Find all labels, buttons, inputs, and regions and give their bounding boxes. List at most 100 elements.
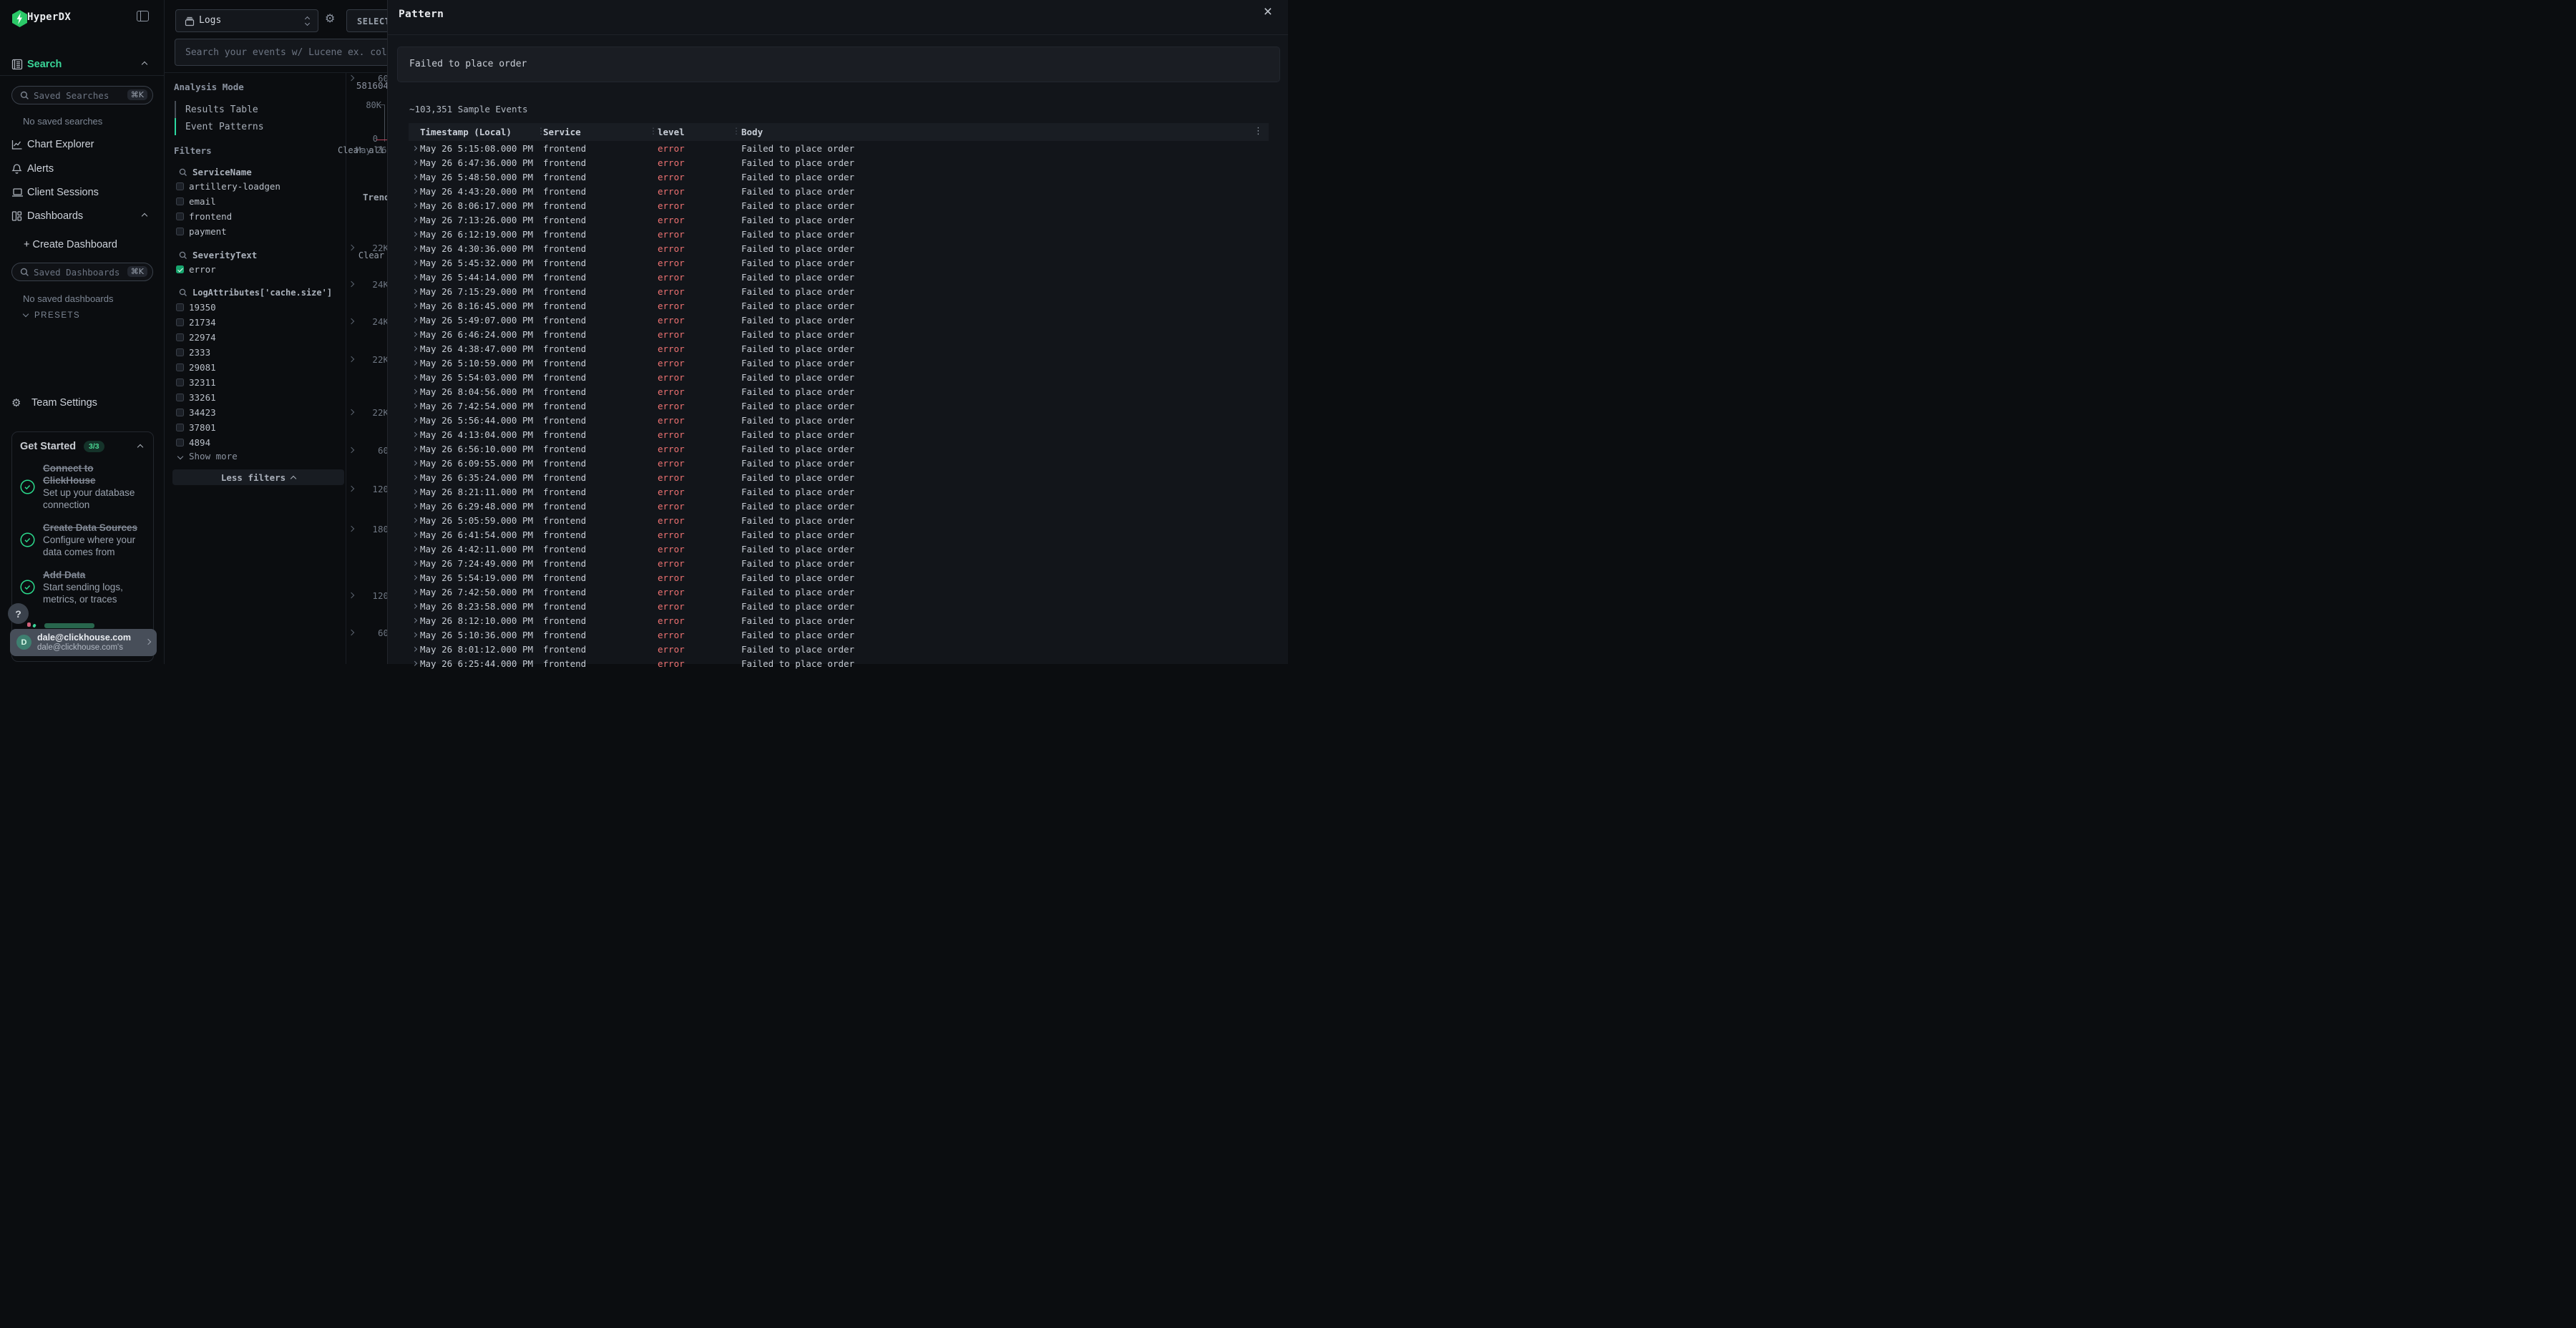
less-filters-button[interactable]: Less filters [172,469,344,485]
row-expand-chevron-icon[interactable] [412,575,416,580]
search-input[interactable] [175,39,398,66]
event-row[interactable]: May 26 7:15:29.000 PM frontend error Fai… [409,284,1269,298]
user-menu[interactable]: D dale@clickhouse.com dale@clickhouse.co… [10,629,157,656]
event-row[interactable]: May 26 5:15:08.000 PM frontend error Fai… [409,141,1269,155]
event-row[interactable]: May 26 7:42:54.000 PM frontend error Fai… [409,399,1269,413]
filter-group-cache-size[interactable]: LogAttributes['cache.size'] [179,288,332,298]
column-resize-handle[interactable]: ⋮ [649,126,658,136]
event-row[interactable]: May 26 5:54:03.000 PM frontend error Fai… [409,370,1269,384]
row-expand-chevron-icon[interactable] [412,590,416,594]
row-expand-chevron-icon[interactable] [412,318,416,322]
filter-option[interactable]: 33261 [176,390,341,405]
chevron-up-icon[interactable] [142,213,147,219]
pattern-row-peek[interactable]: 120 [345,483,392,496]
row-expand-chevron-icon[interactable] [412,618,416,622]
row-expand-chevron-icon[interactable] [412,289,416,293]
filter-group-severitytext[interactable]: SeverityText [179,250,257,260]
event-row[interactable]: May 26 8:01:12.000 PM frontend error Fai… [409,642,1269,656]
checkbox[interactable] [176,424,184,431]
row-expand-chevron-icon[interactable] [412,375,416,379]
checkbox[interactable] [176,439,184,446]
pattern-row-peek[interactable]: 22K [345,406,392,419]
checkbox[interactable] [176,409,184,416]
show-more-button[interactable]: Show more [178,451,238,462]
filter-group-servicename[interactable]: ServiceName [179,167,252,177]
row-expand-chevron-icon[interactable] [412,203,416,208]
checkbox[interactable] [176,303,184,311]
row-expand-chevron-icon[interactable] [412,532,416,537]
row-expand-chevron-icon[interactable] [412,160,416,165]
saved-dashboards-input[interactable]: Saved Dashboards ⌘K [11,263,153,281]
filter-option[interactable]: frontend [176,209,341,224]
event-row[interactable]: May 26 7:24:49.000 PM frontend error Fai… [409,556,1269,570]
event-row[interactable]: May 26 5:10:59.000 PM frontend error Fai… [409,356,1269,370]
presets-header[interactable]: PRESETS [24,311,80,320]
filter-option[interactable]: 21734 [176,315,341,330]
sidebar-item-alerts[interactable]: Alerts [0,160,164,178]
sidebar-item-client-sessions[interactable]: Client Sessions [0,183,164,202]
event-row[interactable]: May 26 5:48:50.000 PM frontend error Fai… [409,170,1269,184]
filter-option[interactable]: 19350 [176,300,341,315]
row-expand-chevron-icon[interactable] [412,246,416,250]
checkbox[interactable] [176,228,184,235]
pattern-row-peek[interactable]: 60 [345,72,392,85]
checkbox[interactable] [176,333,184,341]
row-expand-chevron-icon[interactable] [412,146,416,150]
pattern-row-peek[interactable]: 60 [345,444,392,457]
filter-option[interactable]: 22974 [176,330,341,345]
event-row[interactable]: May 26 5:05:59.000 PM frontend error Fai… [409,513,1269,527]
row-expand-chevron-icon[interactable] [412,189,416,193]
checkbox[interactable] [176,379,184,386]
event-row[interactable]: May 26 8:06:17.000 PM frontend error Fai… [409,198,1269,213]
checkbox[interactable] [176,394,184,401]
filter-option[interactable]: artillery-loadgen [176,179,341,194]
row-expand-chevron-icon[interactable] [412,418,416,422]
checkbox[interactable] [176,197,184,205]
event-row[interactable]: May 26 5:49:07.000 PM frontend error Fai… [409,313,1269,327]
get-started-item[interactable]: Create Data Sources Configure where your… [20,522,147,558]
row-expand-chevron-icon[interactable] [412,275,416,279]
filter-option[interactable]: 29081 [176,360,341,375]
checkbox[interactable] [176,348,184,356]
mode-event-patterns[interactable]: Event Patterns [175,118,332,135]
row-expand-chevron-icon[interactable] [412,404,416,408]
event-row[interactable]: May 26 6:09:55.000 PM frontend error Fai… [409,456,1269,470]
checkbox[interactable] [176,363,184,371]
saved-searches-input[interactable]: Saved Searches ⌘K [11,86,153,104]
sidebar-item-chart-explorer[interactable]: Chart Explorer [0,135,164,154]
event-row[interactable]: May 26 6:12:19.000 PM frontend error Fai… [409,227,1269,241]
help-button[interactable]: ? [8,603,29,624]
row-expand-chevron-icon[interactable] [412,547,416,551]
row-expand-chevron-icon[interactable] [412,260,416,265]
row-expand-chevron-icon[interactable] [412,303,416,308]
row-expand-chevron-icon[interactable] [412,232,416,236]
filter-option[interactable]: 37801 [176,420,341,435]
event-row[interactable]: May 26 5:44:14.000 PM frontend error Fai… [409,270,1269,284]
row-expand-chevron-icon[interactable] [412,446,416,451]
mode-results-table[interactable]: Results Table [175,101,332,118]
event-row[interactable]: May 26 6:46:24.000 PM frontend error Fai… [409,327,1269,341]
checkbox[interactable] [176,318,184,326]
event-row[interactable]: May 26 6:35:24.000 PM frontend error Fai… [409,470,1269,484]
row-expand-chevron-icon[interactable] [412,604,416,608]
filter-option[interactable]: payment [176,224,341,239]
pattern-row-peek[interactable]: 24K [345,278,392,291]
sidebar-collapse-icon[interactable] [137,11,149,21]
filter-option-checked[interactable]: error [176,262,341,277]
pattern-row-peek[interactable]: 60 [345,627,392,640]
event-row[interactable]: May 26 5:56:44.000 PM frontend error Fai… [409,413,1269,427]
get-started-item[interactable]: Connect to ClickHouse Set up your databa… [20,462,147,511]
row-expand-chevron-icon[interactable] [412,175,416,179]
pattern-row-peek[interactable]: 180 [345,523,392,536]
sidebar-item-team-settings[interactable]: ⚙ Team Settings [0,394,164,412]
filter-option[interactable]: 2333 [176,345,341,360]
row-expand-chevron-icon[interactable] [412,461,416,465]
column-resize-handle[interactable]: ⋮ [537,126,545,136]
event-row[interactable]: May 26 6:25:44.000 PM frontend error Fai… [409,656,1269,670]
pattern-row-peek[interactable]: 22K [345,353,392,366]
chevron-up-icon[interactable] [142,62,147,67]
event-row[interactable]: May 26 5:45:32.000 PM frontend error Fai… [409,255,1269,270]
row-expand-chevron-icon[interactable] [412,561,416,565]
filter-option[interactable]: 34423 [176,405,341,420]
row-expand-chevron-icon[interactable] [412,518,416,522]
